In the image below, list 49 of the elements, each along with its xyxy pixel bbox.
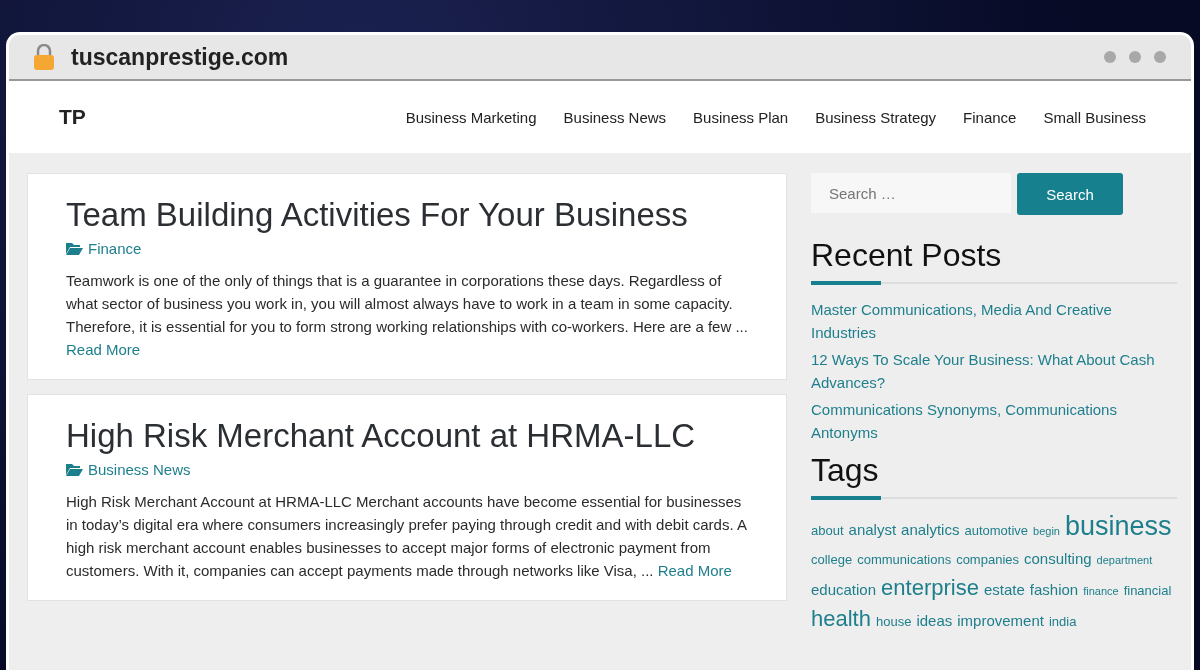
tag-link[interactable]: enterprise xyxy=(881,575,979,601)
tag-link[interactable]: finance xyxy=(1083,578,1119,604)
address-text: tuscanprestige.com xyxy=(71,43,290,71)
tag-link[interactable]: analytics xyxy=(901,517,960,543)
nav-link[interactable]: Finance xyxy=(963,108,1017,126)
widget-title: Recent Posts xyxy=(811,237,1003,274)
window-dots-icon xyxy=(1103,50,1167,64)
site-logo[interactable]: TP xyxy=(59,105,86,129)
tag-link[interactable]: education xyxy=(811,577,877,603)
nav-link[interactable]: Business Strategy xyxy=(815,108,937,126)
tag-link[interactable]: house xyxy=(875,609,912,635)
recent-post-link[interactable]: Communications Synonyms, Communications Antonyms xyxy=(811,398,1177,444)
nav-link[interactable]: Business Marketing xyxy=(405,108,537,126)
nav-link[interactable]: Business Plan xyxy=(693,108,789,126)
search-button[interactable]: Search xyxy=(1017,173,1123,215)
search-field[interactable]: Search … xyxy=(811,173,1011,213)
tag-link[interactable]: college xyxy=(811,547,853,573)
tag-link[interactable]: analyst xyxy=(848,517,897,543)
padlock-icon xyxy=(33,44,55,70)
read-more-link[interactable]: Read More xyxy=(657,562,732,579)
folder-icon xyxy=(66,242,83,255)
recent-post-link[interactable]: Master Communications, Media And Creative Industries xyxy=(811,298,1177,344)
post-title[interactable]: High Risk Merchant Account at HRMA-LLC xyxy=(66,417,748,455)
tag-link[interactable]: consulting xyxy=(1024,546,1092,572)
tag-link[interactable]: begin xyxy=(1033,518,1060,544)
tag-link[interactable]: health xyxy=(811,606,871,632)
nav-link[interactable]: Business News xyxy=(563,108,667,126)
tag-link[interactable]: financial xyxy=(1123,578,1172,604)
post-title[interactable]: Team Building Activities For Your Business xyxy=(66,196,748,234)
recent-post-link[interactable]: 12 Ways To Scale Your Business: What About Cash Advances? xyxy=(811,348,1177,394)
widget-title: Tags xyxy=(811,452,880,489)
tag-link[interactable]: fashion xyxy=(1029,577,1079,603)
tag-link[interactable]: india xyxy=(1048,609,1077,635)
tag-link[interactable]: department xyxy=(1096,547,1153,573)
tag-link[interactable]: companies xyxy=(956,547,1019,573)
post-excerpt: High Risk Merchant Account at HRMA-LLC Merchant accounts have become essential for businesses in today’s digital era where consumers increasingly prefer paying through credit and with debit cards. A high risk merchant account enables businesses to accept major forms of electronic payment from customers. With it, companies can accept payments made through networks like Visa, ... Read More xyxy=(66,492,748,581)
tag-link[interactable]: business xyxy=(1064,513,1172,539)
nav-link[interactable]: Small Business xyxy=(1043,108,1146,126)
tag-link[interactable]: automotive xyxy=(964,518,1029,544)
tag-link[interactable]: communications xyxy=(857,547,952,573)
folder-icon xyxy=(66,463,83,476)
tag-link[interactable]: estate xyxy=(983,577,1025,603)
category-link[interactable]: Business News xyxy=(88,461,191,478)
tag-link[interactable]: about xyxy=(811,518,844,544)
read-more-link[interactable]: Read More xyxy=(66,341,141,358)
tag-link[interactable]: improvement xyxy=(957,608,1044,634)
category-link[interactable]: Finance xyxy=(88,240,142,257)
post-excerpt: Teamwork is one of the only of things that is a guarantee in corporations these days. Regardless of what sector of business you work in, you will almost always have to work in a team in some capacity. Therefore, it is essential for you to form strong working relationships with co-workers. Here are a few ... Read More xyxy=(66,271,748,360)
tag-link[interactable]: ideas xyxy=(916,608,953,634)
